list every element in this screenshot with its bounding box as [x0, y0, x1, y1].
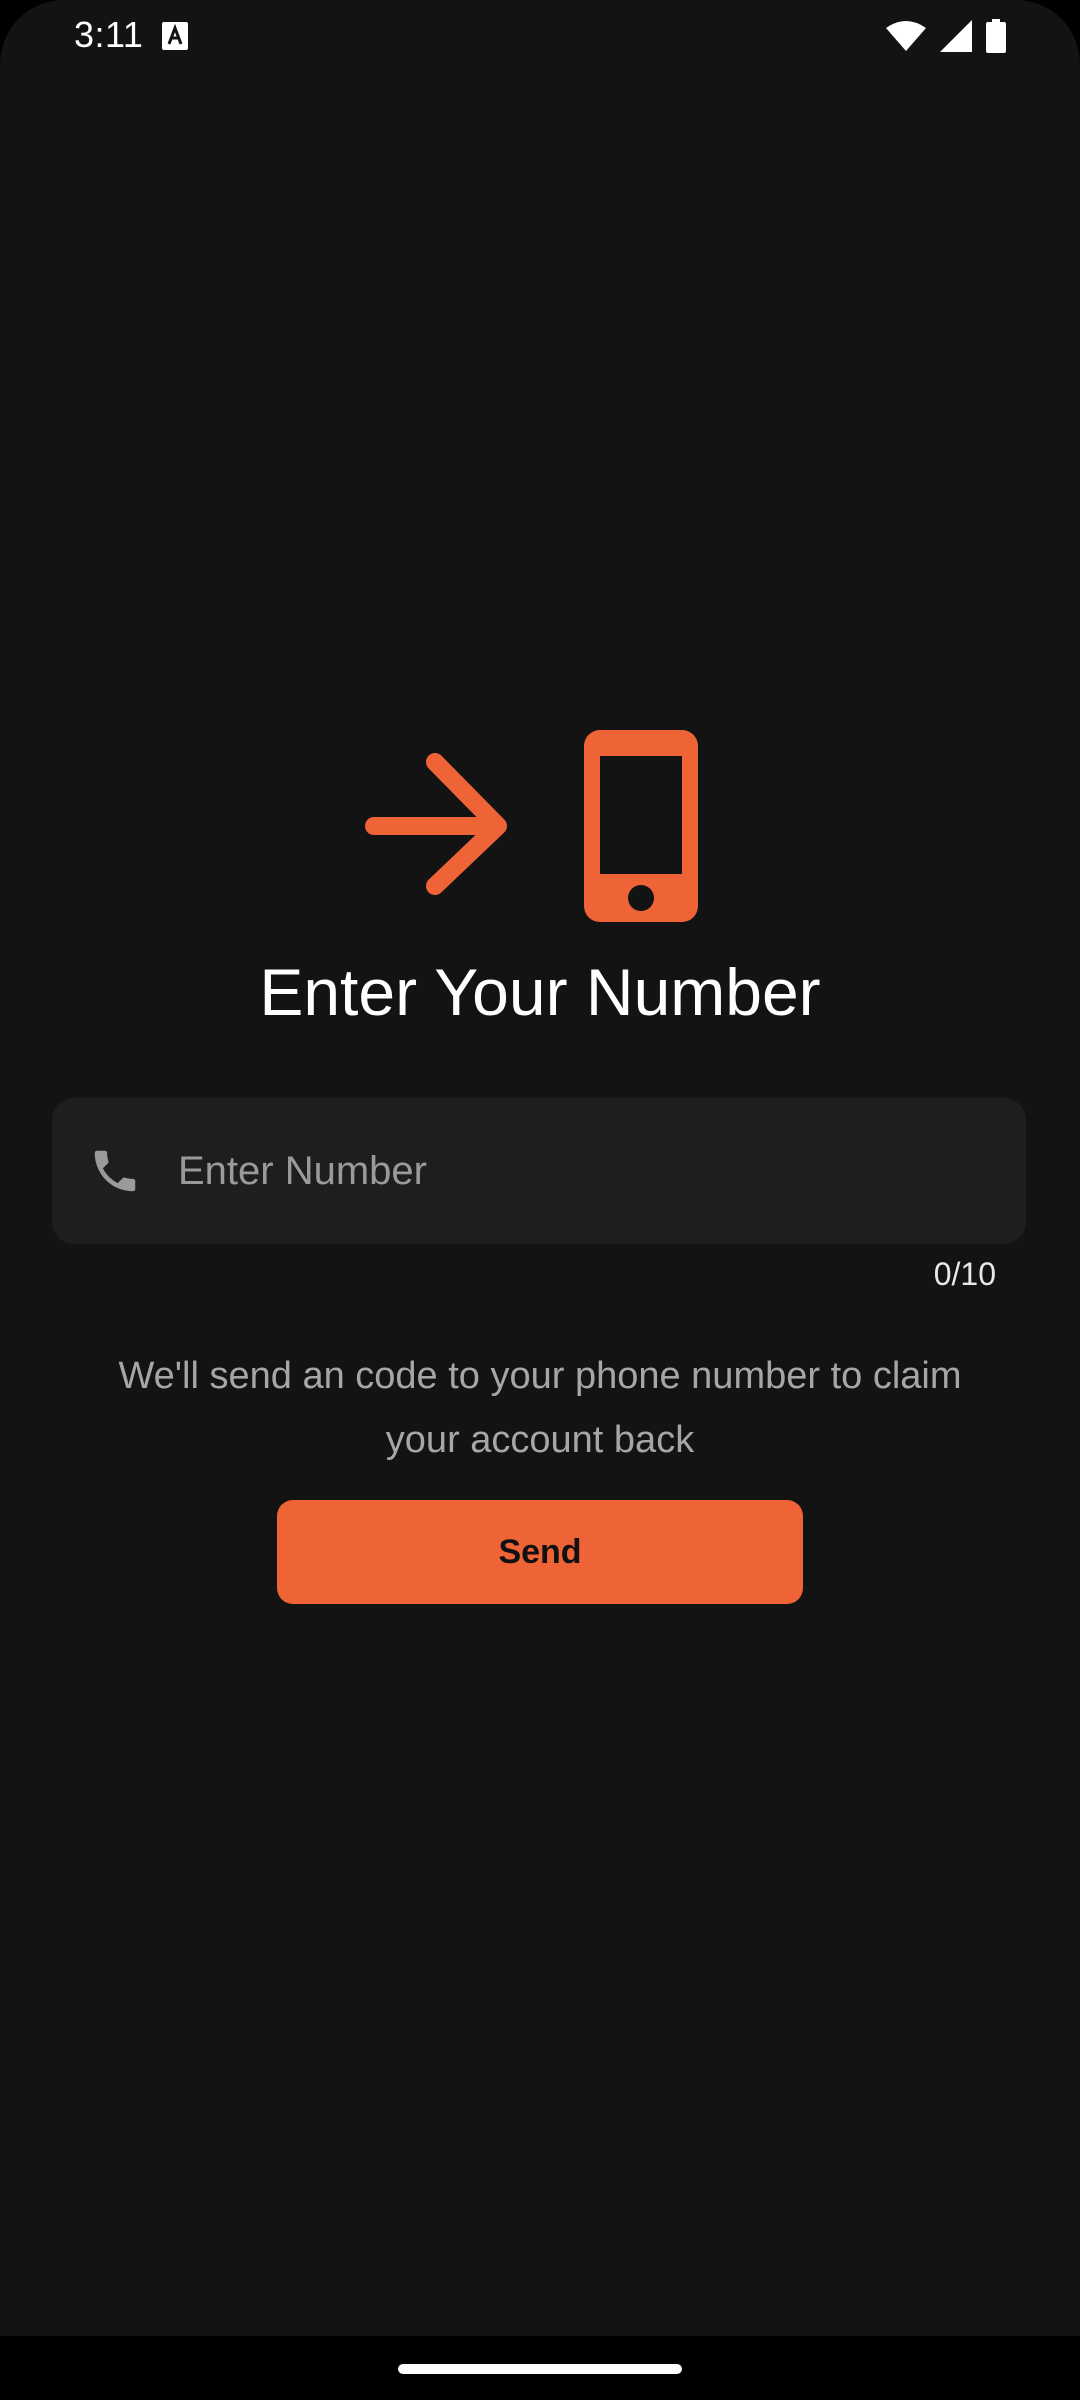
text-a-icon	[162, 22, 188, 50]
phone-with-arrow-icon	[365, 730, 698, 922]
phone-number-field[interactable]	[52, 1098, 1026, 1244]
cellular-signal-icon	[940, 20, 972, 52]
status-icons	[886, 18, 1006, 54]
page-title: Enter Your Number	[259, 955, 821, 1029]
info-text: We'll send an code to your phone number …	[118, 1355, 962, 1461]
phone-icon	[94, 1150, 136, 1192]
phone-number-input[interactable]	[178, 1098, 998, 1244]
battery-icon	[986, 19, 1006, 53]
character-counter: 0/10	[933, 1256, 996, 1292]
gesture-nav-handle[interactable]	[398, 2364, 682, 2374]
phone-verification-screen: 3:11 Enter Your Number Enter Number 0/10…	[0, 0, 1080, 2336]
wifi-icon	[886, 21, 926, 51]
status-time: 3:11	[74, 14, 144, 55]
send-button[interactable]: Send	[277, 1500, 803, 1604]
status-bar: 3:11	[0, 0, 1080, 72]
